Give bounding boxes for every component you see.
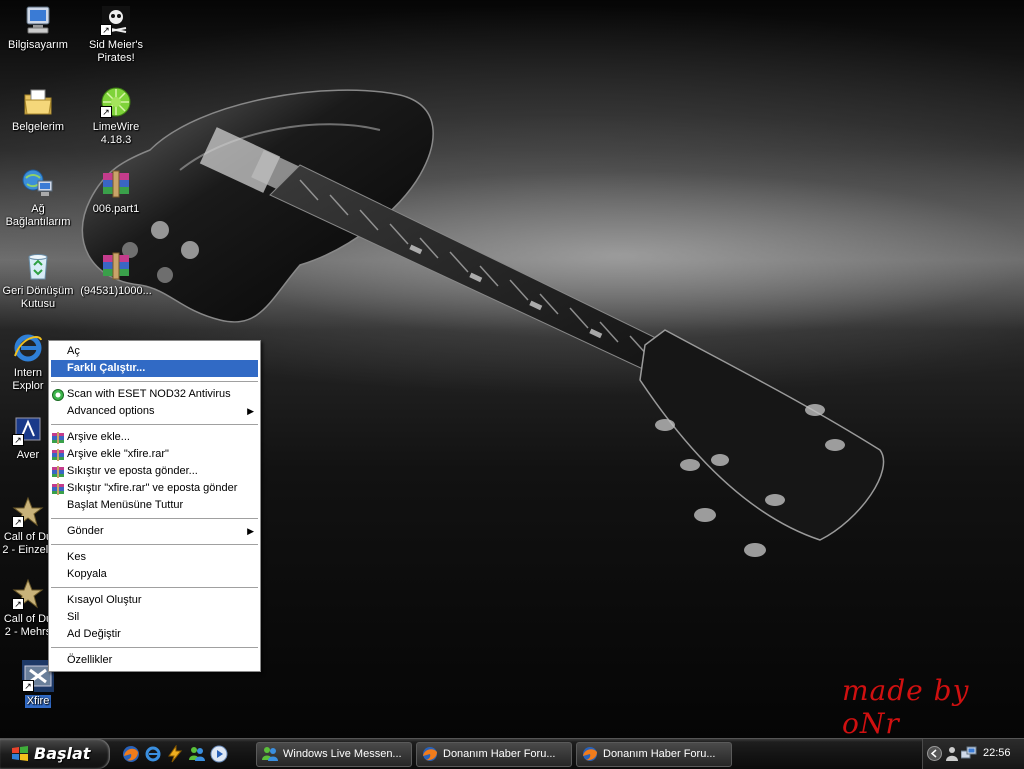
menu-item-run-as[interactable]: Farklı Çalıştır... <box>51 360 258 377</box>
winamp-icon[interactable] <box>166 744 184 763</box>
winrar-icon <box>52 449 64 461</box>
winrar-archive-icon <box>100 168 132 200</box>
taskbar-button-messenger[interactable]: Windows Live Messen... <box>256 742 412 767</box>
shortcut-arrow-icon: ↗ <box>12 516 24 528</box>
firefox-icon[interactable] <box>122 745 140 763</box>
winrar-icon <box>52 483 64 495</box>
desktop-icon-network[interactable]: Ağ Bağlantılarım <box>0 168 76 229</box>
menu-separator <box>51 544 258 545</box>
desktop-icon-my-documents[interactable]: Belgelerim <box>0 86 76 134</box>
menu-item-label: Gönder <box>67 525 104 537</box>
desktop-icon-archive-006[interactable]: 006.part1 <box>78 168 154 216</box>
menu-separator <box>51 647 258 648</box>
menu-item-cut[interactable]: Kes <box>49 549 260 566</box>
menu-separator <box>51 518 258 519</box>
shortcut-arrow-icon: ↗ <box>100 24 112 36</box>
recycle-bin-icon <box>22 250 54 282</box>
user-icon[interactable] <box>945 746 959 765</box>
menu-item-rename[interactable]: Ad Değiştir <box>49 626 260 643</box>
limewire-icon: ↗ <box>100 86 132 118</box>
pirates-game-icon: ↗ <box>100 4 132 36</box>
menu-item-delete[interactable]: Sil <box>49 609 260 626</box>
taskbar: Başlat Windows Live Messen... Donanım Ha… <box>0 738 1024 769</box>
watermark-text: made by oNr <box>842 674 970 740</box>
winrar-icon <box>52 466 64 478</box>
taskbar-button-label: Donanım Haber Foru... <box>443 748 556 760</box>
context-menu: Aç Farklı Çalıştır... Scan with ESET NOD… <box>48 340 261 672</box>
desktop-icon-limewire[interactable]: ↗ LimeWire 4.18.3 <box>78 86 154 147</box>
avermedia-icon: ↗ <box>12 414 44 446</box>
menu-separator <box>51 424 258 425</box>
internet-explorer-icon <box>12 332 44 364</box>
menu-item-copy[interactable]: Kopyala <box>49 566 260 583</box>
menu-item-properties[interactable]: Özellikler <box>49 652 260 669</box>
call-of-duty-icon: ↗ <box>12 496 44 528</box>
start-button[interactable]: Başlat <box>0 739 110 769</box>
winrar-icon <box>52 432 64 444</box>
desktop[interactable]: made by oNr Bilgisayarım ↗ Sid Meier's P… <box>0 0 1024 740</box>
desktop-icon-pirates[interactable]: ↗ Sid Meier's Pirates! <box>78 4 154 65</box>
windows-logo-icon <box>11 745 29 767</box>
menu-item-label: Advanced options <box>67 405 155 417</box>
menu-item-open[interactable]: Aç <box>49 343 260 360</box>
show-hidden-icons-icon[interactable] <box>927 746 942 764</box>
shortcut-arrow-icon: ↗ <box>22 680 34 692</box>
menu-separator <box>51 381 258 382</box>
internet-explorer-icon[interactable] <box>144 745 162 763</box>
menu-item-advanced-options[interactable]: Advanced options ▶ <box>49 403 260 420</box>
taskbar-button-firefox-1[interactable]: Donanım Haber Foru... <box>416 742 572 767</box>
winrar-archive-icon <box>100 250 132 282</box>
shortcut-arrow-icon: ↗ <box>12 434 24 446</box>
menu-item-add-archive-named[interactable]: Arşive ekle "xfire.rar" <box>49 446 260 463</box>
menu-item-label: Arşive ekle... <box>67 431 130 443</box>
menu-item-label: Arşive ekle "xfire.rar" <box>67 448 169 460</box>
menu-item-send-to[interactable]: Gönder ▶ <box>49 523 260 540</box>
menu-item-scan-nod32[interactable]: Scan with ESET NOD32 Antivirus <box>49 386 260 403</box>
start-label: Başlat <box>34 744 91 763</box>
clock[interactable]: 22:56 <box>983 747 1011 759</box>
network-status-icon[interactable] <box>960 746 977 765</box>
taskbar-button-label: Windows Live Messen... <box>283 748 402 760</box>
taskbar-button-firefox-2[interactable]: Donanım Haber Foru... <box>576 742 732 767</box>
desktop-icon-my-computer[interactable]: Bilgisayarım <box>0 4 76 52</box>
messenger-icon[interactable] <box>188 745 206 763</box>
shortcut-arrow-icon: ↗ <box>12 598 24 610</box>
desktop-icon-archive-94531[interactable]: (94531)1000... <box>78 250 154 298</box>
network-icon <box>22 168 54 200</box>
menu-item-add-archive[interactable]: Arşive ekle... <box>49 429 260 446</box>
media-player-icon[interactable] <box>210 745 228 763</box>
menu-item-label: Sıkıştır ve eposta gönder... <box>67 465 198 477</box>
my-computer-icon <box>22 4 54 36</box>
my-documents-icon <box>22 86 54 118</box>
menu-item-compress-email[interactable]: Sıkıştır ve eposta gönder... <box>49 463 260 480</box>
system-tray: 22:56 <box>922 739 1024 769</box>
menu-separator <box>51 587 258 588</box>
firefox-icon <box>582 746 598 762</box>
menu-item-compress-email-named[interactable]: Sıkıştır "xfire.rar" ve eposta gönder <box>49 480 260 497</box>
menu-item-label: Sıkıştır "xfire.rar" ve eposta gönder <box>67 482 238 494</box>
menu-item-pin-start[interactable]: Başlat Menüsüne Tuttur <box>49 497 260 514</box>
menu-item-create-shortcut[interactable]: Kısayol Oluştur <box>49 592 260 609</box>
submenu-arrow-icon: ▶ <box>247 406 254 416</box>
messenger-icon <box>262 746 278 762</box>
desktop-icon-recycle-bin[interactable]: Geri Dönüşüm Kutusu <box>0 250 76 311</box>
call-of-duty-icon: ↗ <box>12 578 44 610</box>
eset-nod32-icon <box>52 389 64 401</box>
menu-item-label: Scan with ESET NOD32 Antivirus <box>67 388 231 400</box>
submenu-arrow-icon: ▶ <box>247 526 254 536</box>
shortcut-arrow-icon: ↗ <box>100 106 112 118</box>
firefox-icon <box>422 746 438 762</box>
taskbar-button-label: Donanım Haber Foru... <box>603 748 716 760</box>
